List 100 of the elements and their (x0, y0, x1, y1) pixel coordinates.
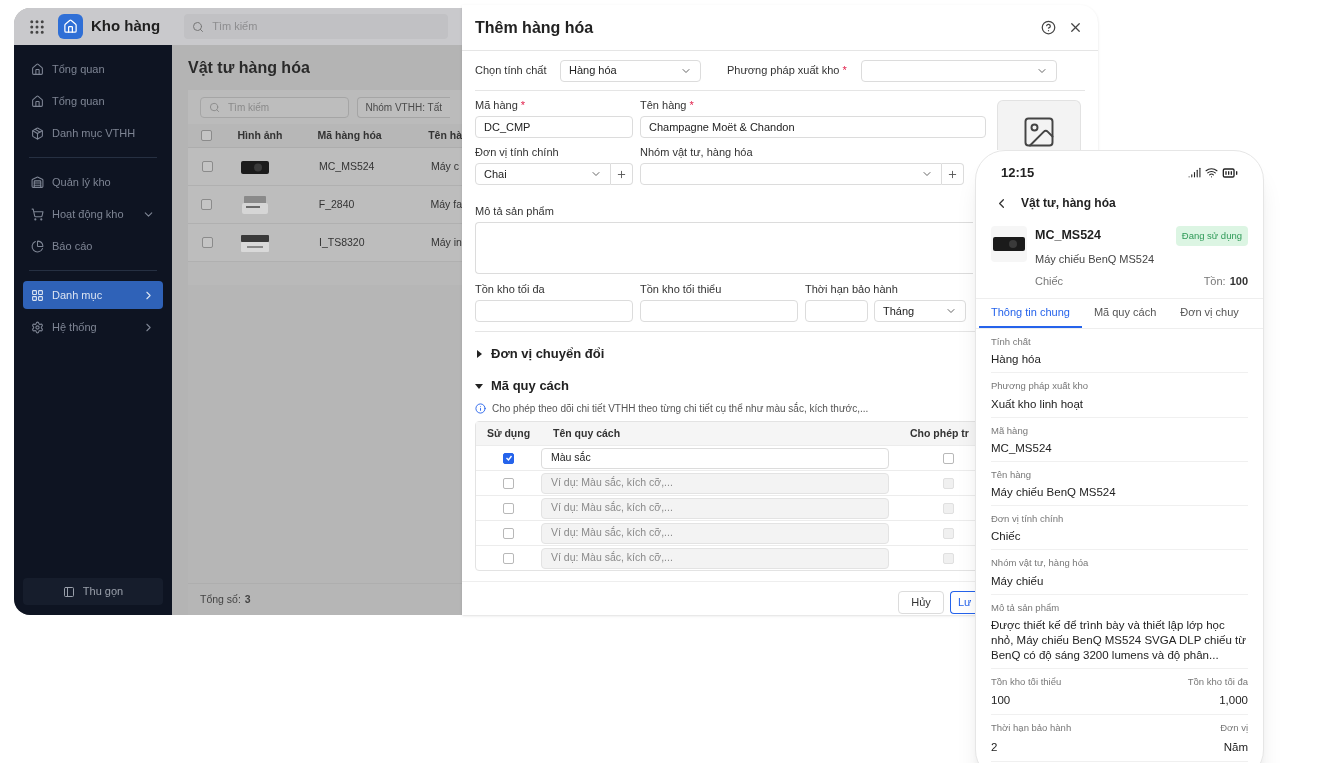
plus-icon (947, 168, 958, 180)
field-label: Tồn kho tối thiểu (640, 283, 722, 296)
field-label: Đơn vị tính chính (475, 146, 559, 159)
info-text: Cho phép theo dõi chi tiết VTHH theo từng chi tiết cụ thể như màu sắc, kích thước,... (492, 401, 869, 416)
unit-select[interactable]: Chai (475, 163, 611, 185)
detail-label: Mô tả sản phẩm (991, 600, 1060, 615)
field-label: Chọn tính chất (475, 64, 547, 77)
description-field[interactable] (475, 222, 973, 274)
detail-label: Nhóm vật tư, hàng hóa (991, 556, 1089, 571)
detail-label: Tên hàng (991, 468, 1032, 482)
cart-icon (31, 207, 44, 221)
sidebar-item[interactable]: Báo cáo (23, 232, 163, 260)
status-time: 12:15 (1001, 163, 1035, 182)
close-icon[interactable] (1068, 20, 1083, 35)
detail-value: Năm (1223, 739, 1248, 755)
cancel-button[interactable]: Hủy (898, 591, 944, 614)
detail-value: 1,000 (1219, 693, 1248, 709)
allow-checkbox[interactable] (943, 452, 954, 464)
sidebar-item[interactable]: Hoạt động kho (23, 200, 163, 228)
detail-value: Hàng hóa (991, 352, 1041, 368)
row-checkbox[interactable] (201, 161, 213, 172)
max-stock-field[interactable] (475, 300, 633, 322)
sidebar-item[interactable]: Danh mục VTHH (23, 119, 163, 147)
total-label: Tổng số: (200, 591, 241, 607)
min-stock-field[interactable] (640, 300, 798, 322)
apps-grid-icon[interactable] (28, 17, 46, 36)
field-label: Mã hàng (475, 99, 518, 112)
section-toggle[interactable]: Đơn vị chuyển đổi (475, 344, 605, 364)
sidebar-item[interactable]: Tổng quan (23, 55, 163, 83)
detail-label: Tồn kho tối đa (1187, 675, 1248, 689)
field-label: Tên hàng (640, 99, 687, 112)
sidebar-item[interactable]: Tổng quan (23, 87, 163, 115)
add-button[interactable] (942, 163, 964, 185)
detail-value: MC_MS524 (991, 441, 1052, 456)
column-header: Mã hàng hóa (316, 127, 383, 143)
app-title: Kho hàng (91, 16, 161, 37)
row-checkbox[interactable] (201, 237, 213, 248)
screen-title: Vật tư, hàng hóa (1021, 195, 1116, 212)
home-icon (31, 62, 44, 76)
select-all-checkbox[interactable] (201, 130, 213, 141)
field-label: Phương pháp xuất kho (727, 64, 840, 77)
help-icon[interactable] (1041, 20, 1056, 35)
pie-chart-icon (31, 239, 44, 253)
detail-value: Chiếc (991, 529, 1021, 545)
tab[interactable]: Đơn vị chuy (1168, 298, 1251, 329)
export-method-select[interactable] (861, 59, 1057, 82)
stock-value: 100 (1229, 274, 1248, 290)
house-icon (31, 94, 44, 108)
detail-label: Thời hạn bảo hành (991, 721, 1072, 736)
spec-name-field[interactable]: Màu sắc (541, 447, 889, 469)
group-filter[interactable]: Nhóm VTHH: Tất (356, 96, 450, 118)
required-mark: * (842, 64, 847, 77)
sidebar-item[interactable]: Quản lý kho (23, 168, 163, 196)
detail-label: Phương pháp xuất kho (991, 379, 1089, 394)
info-icon (475, 402, 486, 414)
total-count: 3 (244, 591, 251, 607)
table-cell-text: Máy c (430, 158, 459, 174)
row-checkbox[interactable] (201, 199, 213, 210)
add-button[interactable] (611, 163, 633, 185)
dialog-title: Thêm hàng hóa (475, 17, 594, 38)
section-toggle[interactable]: Mã quy cách (475, 376, 570, 396)
tab[interactable]: Thông tin chung (979, 298, 1082, 329)
table-cell-text: I_TS8320 (318, 234, 366, 250)
detail-value: Máy chiếu (991, 573, 1044, 589)
warranty-field[interactable] (805, 300, 868, 322)
table-cell-text: F_2840 (317, 196, 356, 212)
grid-icon (31, 288, 44, 302)
detail-label: Đơn vị (1220, 721, 1248, 736)
detail-value: 2 (991, 739, 998, 755)
code-field[interactable]: DC_CMP (475, 116, 633, 138)
name-field[interactable]: Champagne Moët & Chandon (640, 116, 986, 138)
field-label: Thời hạn bảo hành (805, 283, 898, 296)
detail-label: Đơn vị tính chính (991, 512, 1064, 527)
field-label: Tồn kho tối đa (475, 283, 545, 296)
search-icon (192, 20, 205, 33)
tab[interactable]: Mã quy cách (1081, 298, 1169, 329)
column-header: Tên hà (427, 127, 462, 143)
warranty-unit-select[interactable]: Tháng (874, 300, 966, 322)
column-header: Cho phép tr (909, 425, 969, 441)
box-icon (31, 126, 44, 140)
product-code: MC_MS524 (1035, 227, 1101, 245)
field-label: Nhóm vật tư, hàng hóa (640, 146, 753, 159)
signal-icon (1188, 166, 1201, 180)
caret-icon (475, 350, 483, 358)
table-cell-text: Máy in (430, 234, 462, 250)
field-label: Mô tả sản phẩm (475, 205, 554, 218)
property-select[interactable]: Hàng hóa (560, 59, 701, 82)
sidebar-item[interactable]: Danh mục (23, 281, 163, 309)
use-checkbox[interactable] (503, 452, 514, 464)
required-mark: * (689, 99, 694, 112)
required-mark: * (520, 99, 526, 112)
sidebar-item[interactable]: Hệ thống (23, 313, 163, 341)
column-header: Sử dụng (485, 425, 532, 442)
detail-label: Mã hàng (991, 423, 1028, 438)
search-icon (209, 101, 220, 113)
detail-value: Xuất kho linh hoạt (991, 396, 1084, 412)
collapse-button[interactable]: Thu gọn (23, 578, 163, 605)
detail-value: Máy chiếu BenQ MS524 (991, 485, 1116, 501)
column-header: Tên quy cách (552, 425, 622, 441)
image-upload[interactable] (997, 100, 1081, 150)
